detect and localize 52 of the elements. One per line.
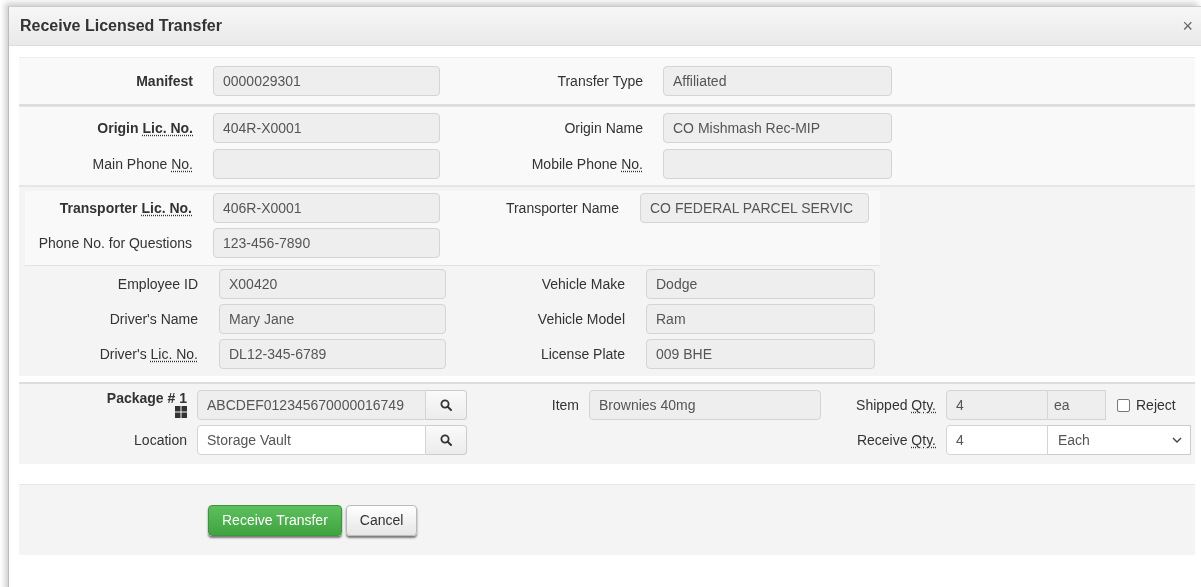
- search-button[interactable]: [426, 425, 467, 455]
- search-icon: [440, 434, 452, 446]
- text-field[interactable]: CO Mishmash Rec-MIP: [663, 113, 892, 143]
- text-field[interactable]: [663, 149, 892, 179]
- cancel-button[interactable]: Cancel: [345, 504, 418, 536]
- unit-field: ea: [1048, 390, 1106, 420]
- text-field[interactable]: Affiliated: [663, 66, 892, 96]
- field-label: Package # 1: [106, 390, 187, 406]
- field-label: Shipped Qty.: [855, 397, 936, 413]
- dialog-title: Receive Licensed Transfer: [20, 17, 222, 35]
- location-field[interactable]: Storage Vault: [197, 425, 426, 455]
- field-label: Transporter Lic. No.: [58, 200, 192, 216]
- text-field[interactable]: 404R-X0001: [213, 113, 440, 143]
- field-label: Origin Name: [563, 120, 643, 136]
- field-label: Transporter Name: [504, 200, 619, 216]
- text-field[interactable]: 123-456-7890: [213, 228, 440, 258]
- field-label: Employee ID: [116, 276, 198, 292]
- text-field[interactable]: 406R-X0001: [213, 193, 440, 223]
- text-field[interactable]: Dodge: [646, 269, 875, 299]
- field-label: Vehicle Model: [536, 311, 625, 327]
- text-field[interactable]: [213, 149, 440, 179]
- text-field[interactable]: Mary Jane: [219, 304, 446, 334]
- package-field[interactable]: ABCDEF012345670000016749: [197, 390, 426, 420]
- field-label: Manifest: [135, 73, 193, 89]
- field-label: Origin Lic. No.: [96, 120, 193, 136]
- text-field[interactable]: 009 BHE: [646, 339, 875, 369]
- text-field[interactable]: X00420: [219, 269, 446, 299]
- field-label: Driver's Lic. No.: [98, 346, 198, 362]
- unit-select[interactable]: Each: [1048, 425, 1191, 455]
- quantity-field[interactable]: 4: [946, 425, 1048, 455]
- text-field[interactable]: 0000029301: [213, 66, 440, 96]
- field-label: Main Phone No.: [91, 156, 193, 172]
- field-label: Driver's Name: [108, 311, 198, 327]
- field-label: Vehicle Make: [540, 276, 625, 292]
- search-button[interactable]: [426, 390, 467, 420]
- field-label: Location: [133, 432, 187, 448]
- text-field[interactable]: 4: [946, 390, 1048, 420]
- text-field[interactable]: Ram: [646, 304, 875, 334]
- field-label: Receive Qty.: [855, 432, 936, 448]
- text-field[interactable]: DL12-345-6789: [219, 339, 446, 369]
- field-label: Phone No. for Questions: [37, 235, 192, 251]
- text-field[interactable]: CO FEDERAL PARCEL SERVIC: [640, 193, 869, 223]
- field-label: Transfer Type: [556, 73, 643, 89]
- field-label: Mobile Phone No.: [530, 156, 643, 172]
- text-field[interactable]: Brownies 40mg: [589, 390, 821, 420]
- reject-checkbox[interactable]: Reject: [1117, 397, 1195, 413]
- search-icon: [440, 399, 452, 411]
- field-label: Item: [550, 397, 579, 413]
- field-label: License Plate: [539, 346, 625, 362]
- close-button[interactable]: ×: [1180, 15, 1195, 37]
- grid-icon[interactable]: [175, 406, 187, 418]
- chevron-icon: [1172, 437, 1182, 443]
